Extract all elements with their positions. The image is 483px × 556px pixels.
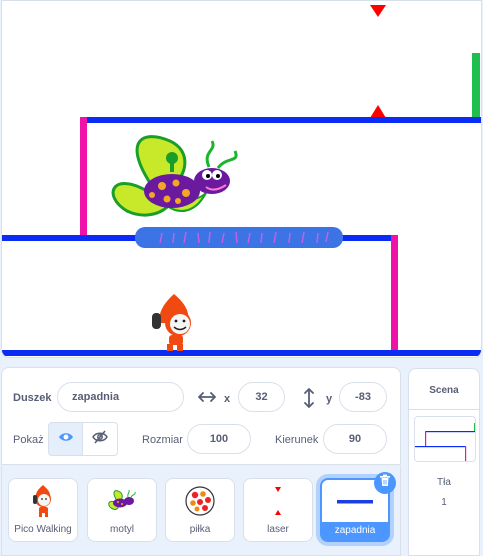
sprite-name: piłka <box>189 524 211 535</box>
hide-button[interactable] <box>83 422 118 456</box>
show-button[interactable] <box>48 422 83 456</box>
direction-value: 90 <box>348 433 362 445</box>
backdrops-count: 1 <box>441 497 447 508</box>
sprite-name: motyl <box>110 524 134 535</box>
size-value: 100 <box>209 433 229 445</box>
bottom-floor <box>2 350 481 356</box>
show-label: Pokaż <box>13 434 44 446</box>
sprite-name: Pico Walking <box>14 524 72 535</box>
butterfly-icon <box>88 483 156 519</box>
upper-floor <box>82 117 481 123</box>
middle-wall <box>391 235 398 351</box>
size-label: Rozmiar <box>142 434 183 446</box>
sprite-tile-pilka[interactable]: piłka <box>165 478 235 542</box>
sprite-name: laser <box>267 524 289 535</box>
exit-bar <box>472 53 480 119</box>
stage-canvas[interactable] <box>1 0 482 358</box>
ball-icon <box>166 483 234 519</box>
x-value: 32 <box>255 391 268 403</box>
visibility-toggle <box>48 422 118 456</box>
laser-icon <box>244 483 312 519</box>
stage-selector-panel[interactable]: Scena Tła 1 <box>408 368 480 556</box>
laser-bottom-triangle <box>370 105 386 118</box>
upper-wall <box>80 117 87 237</box>
trapdoor-sprite <box>135 227 343 248</box>
laser-top-triangle <box>370 5 386 17</box>
sprite-label: Duszek <box>13 392 52 404</box>
butterfly-sprite <box>111 135 238 217</box>
sprite-name-input[interactable]: zapadnia <box>57 382 184 412</box>
direction-input[interactable]: 90 <box>323 424 387 454</box>
stage-panel-divider <box>409 409 479 410</box>
direction-label: Kierunek <box>275 434 319 446</box>
sprite-name: zapadnia <box>322 522 388 540</box>
x-input[interactable]: 32 <box>238 382 285 412</box>
eye-icon <box>58 430 74 448</box>
x-arrows-icon <box>198 390 216 409</box>
y-label: y <box>326 393 333 405</box>
sprite-tile-pico-walking[interactable]: Pico Walking <box>8 478 78 542</box>
pico-walking-sprite <box>152 294 191 351</box>
eye-slash-icon <box>92 430 108 449</box>
stage-drawing <box>2 5 481 356</box>
delete-sprite-button[interactable] <box>374 472 396 494</box>
size-input[interactable]: 100 <box>187 424 251 454</box>
y-arrows-icon <box>303 388 315 413</box>
x-label: x <box>224 393 231 405</box>
pico-walking-icon <box>9 483 77 519</box>
y-value: -83 <box>355 391 371 403</box>
y-input[interactable]: -83 <box>339 382 387 412</box>
backdrops-label: Tła <box>437 477 451 488</box>
sprite-name-value: zapadnia <box>72 391 120 403</box>
stage-thumbnail[interactable] <box>414 416 476 462</box>
sprite-tile-laser[interactable]: laser <box>243 478 313 542</box>
sprite-tile-motyl[interactable]: motyl <box>87 478 157 542</box>
stage-panel-title: Scena <box>429 385 459 396</box>
trash-icon <box>379 474 391 492</box>
